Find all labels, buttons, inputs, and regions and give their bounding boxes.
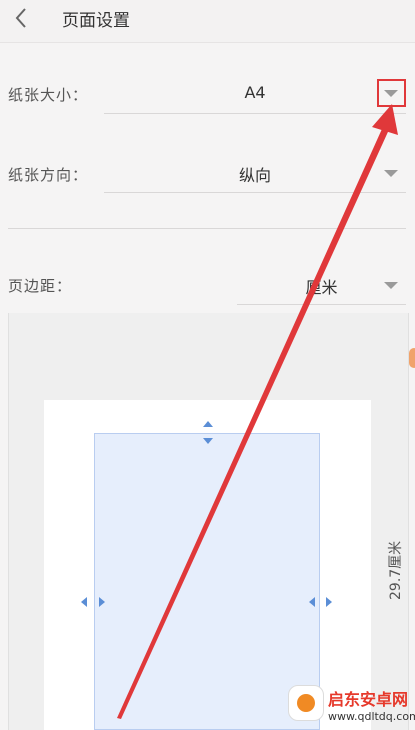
watermark-title: 启东安卓网 (328, 690, 409, 709)
watermark-url: www.qdltdq.com (328, 710, 415, 723)
annotation-arrow (117, 104, 398, 719)
site-logo (288, 685, 324, 721)
logo-mark-icon (297, 694, 315, 712)
site-watermark: 启东安卓网 www.qdltdq.com (284, 681, 415, 730)
